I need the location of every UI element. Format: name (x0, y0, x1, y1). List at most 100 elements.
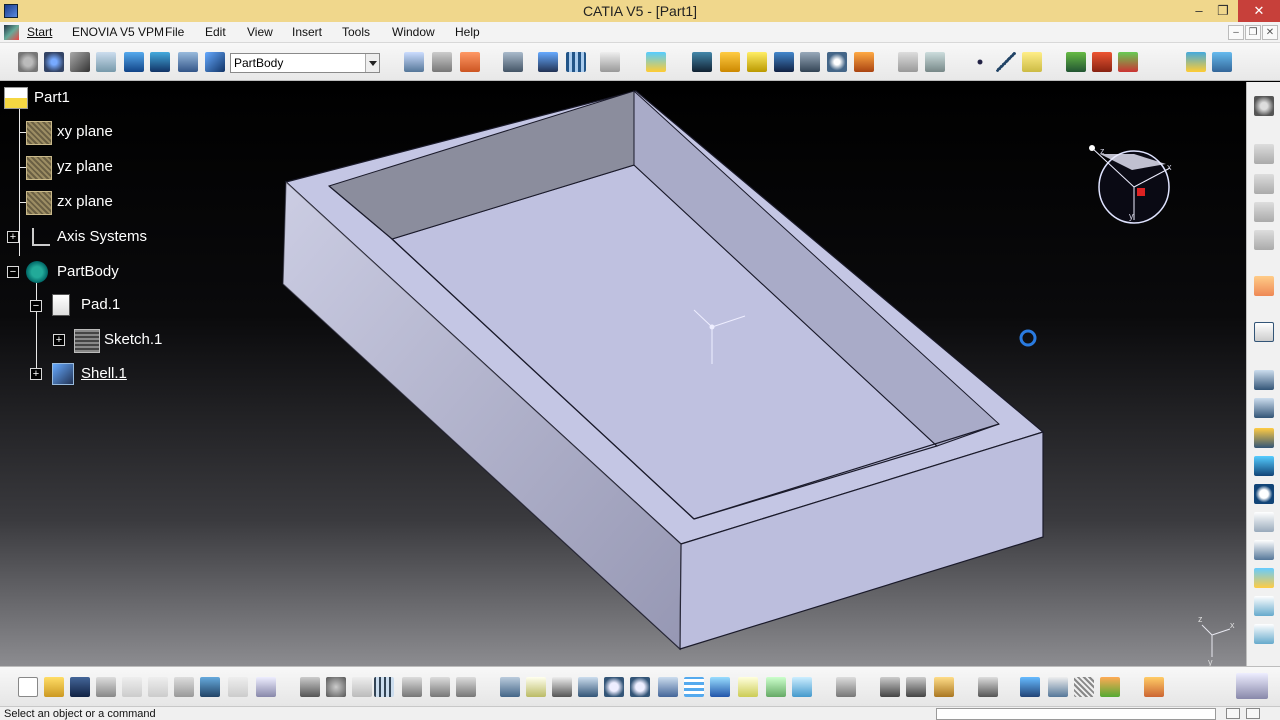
parameters-icon[interactable] (430, 677, 450, 697)
table-icon[interactable] (374, 677, 394, 697)
start-menu-icon[interactable] (4, 25, 19, 40)
hole-icon[interactable] (774, 52, 794, 72)
menu-insert[interactable]: Insert (290, 22, 324, 43)
search-icon[interactable] (326, 677, 346, 697)
macro-icon[interactable] (1066, 52, 1086, 72)
shaft-icon[interactable] (720, 52, 740, 72)
update-icon[interactable] (18, 52, 38, 72)
draft-tool-icon[interactable] (1254, 540, 1274, 560)
hide-icon[interactable] (766, 677, 786, 697)
axis-system-icon[interactable] (70, 52, 90, 72)
gear-icon[interactable] (1254, 96, 1274, 116)
measure-between-icon[interactable] (836, 677, 856, 697)
tools-icon[interactable] (1144, 677, 1164, 697)
redo-icon[interactable] (228, 677, 248, 697)
snap-icon[interactable] (432, 52, 452, 72)
annotation-icon[interactable] (1186, 52, 1206, 72)
shading-icon[interactable] (738, 677, 758, 697)
tree-node-shell[interactable]: Shell.1 (52, 362, 172, 386)
menu-file[interactable]: File (163, 22, 186, 43)
knowledge-advisor-icon[interactable] (1074, 677, 1094, 697)
command-input[interactable] (936, 708, 1216, 720)
copy-icon[interactable] (148, 677, 168, 697)
shaft-tool-icon[interactable] (1254, 428, 1274, 448)
cut-icon[interactable] (122, 677, 142, 697)
undo-icon[interactable] (200, 677, 220, 697)
expand-sketch-icon[interactable]: + (53, 334, 65, 346)
plane-icon[interactable] (1022, 52, 1042, 72)
capture-icon[interactable] (978, 677, 998, 697)
expand-shell-icon[interactable]: + (30, 368, 42, 380)
save-icon[interactable] (70, 677, 90, 697)
view-mode-icon[interactable] (538, 52, 558, 72)
view-side-icon[interactable] (1254, 202, 1274, 222)
multi-view-icon[interactable] (684, 677, 704, 697)
measure-icon[interactable] (404, 52, 424, 72)
pad-tool-icon[interactable] (1254, 370, 1274, 390)
paste-icon[interactable] (174, 677, 194, 697)
hole-tool-icon[interactable] (1254, 456, 1274, 476)
catalog-icon[interactable] (1092, 52, 1112, 72)
properties-icon[interactable] (456, 677, 476, 697)
collapse-partbody-icon[interactable]: − (7, 266, 19, 278)
publication-icon[interactable] (1212, 52, 1232, 72)
pocket-tool-icon[interactable] (1254, 398, 1274, 418)
render-icon[interactable] (1020, 677, 1040, 697)
point-icon[interactable] (970, 52, 990, 72)
pocket-icon[interactable] (692, 52, 712, 72)
pan-icon[interactable] (552, 677, 572, 697)
menu-window[interactable]: Window (390, 22, 437, 43)
tree-node-part[interactable]: Part1 (4, 86, 124, 110)
select-arrow-icon[interactable] (1254, 276, 1274, 296)
doc-close-button[interactable]: ✕ (1262, 25, 1278, 40)
analysis-icon[interactable] (503, 52, 523, 72)
tree-node-pad[interactable]: Pad.1 (52, 293, 172, 317)
new-file-icon[interactable] (18, 677, 38, 697)
constraint-icon[interactable] (96, 52, 116, 72)
slot-icon[interactable] (827, 52, 847, 72)
stiffener-icon[interactable] (854, 52, 874, 72)
menu-start[interactable]: Start (25, 22, 54, 43)
grid-icon[interactable] (566, 52, 586, 72)
iso-view-icon[interactable] (710, 677, 730, 697)
menu-view[interactable]: View (245, 22, 275, 43)
pad-feature-icon[interactable] (124, 52, 144, 72)
apply-material-bottom-icon[interactable] (934, 677, 954, 697)
measure-inertia-icon[interactable] (906, 677, 926, 697)
menu-edit[interactable]: Edit (203, 22, 228, 43)
sketcher-tool-icon[interactable] (1254, 322, 1274, 342)
3d-viewport[interactable]: z x y z x y Part1 xy plane yz plane zx p… (0, 82, 1246, 666)
formula-fx-icon[interactable] (300, 677, 320, 697)
fit-all-in-icon[interactable] (526, 677, 546, 697)
tree-node-zx-plane[interactable]: zx plane (26, 190, 146, 215)
tree-node-partbody[interactable]: PartBody (26, 260, 166, 284)
current-body-select[interactable]: PartBody (230, 53, 380, 73)
maximize-button[interactable]: ❐ (1208, 0, 1238, 22)
normal-view-icon[interactable] (658, 677, 678, 697)
groove-icon[interactable] (747, 52, 767, 72)
print-icon[interactable] (96, 677, 116, 697)
view-top-icon[interactable] (1254, 174, 1274, 194)
swap-visible-space-icon[interactable] (792, 677, 812, 697)
tree-node-sketch[interactable]: Sketch.1 (74, 328, 194, 353)
formula-icon[interactable] (150, 52, 170, 72)
chamfer-tool-icon[interactable] (1254, 512, 1274, 532)
doc-restore-button[interactable]: ❐ (1245, 25, 1261, 40)
thickness-tool-icon[interactable] (1254, 596, 1274, 616)
stack-icon[interactable] (1100, 677, 1120, 697)
zoom-out-icon[interactable] (630, 677, 650, 697)
chevron-down-icon[interactable] (365, 54, 379, 72)
sketcher-icon[interactable] (44, 52, 64, 72)
status-icon-1[interactable] (1226, 708, 1240, 719)
fly-mode-icon[interactable] (500, 677, 520, 697)
rib-icon[interactable] (800, 52, 820, 72)
menu-tools[interactable]: Tools (340, 22, 372, 43)
define-work-object-icon[interactable] (205, 52, 225, 72)
parameter-icon[interactable] (178, 52, 198, 72)
close-button[interactable]: ✕ (1238, 0, 1280, 22)
doc-minimize-button[interactable]: – (1228, 25, 1244, 40)
apply-material-icon[interactable] (460, 52, 480, 72)
knowledge-icon[interactable] (1118, 52, 1138, 72)
fit-all-icon[interactable] (600, 52, 620, 72)
rotate-icon[interactable] (578, 677, 598, 697)
